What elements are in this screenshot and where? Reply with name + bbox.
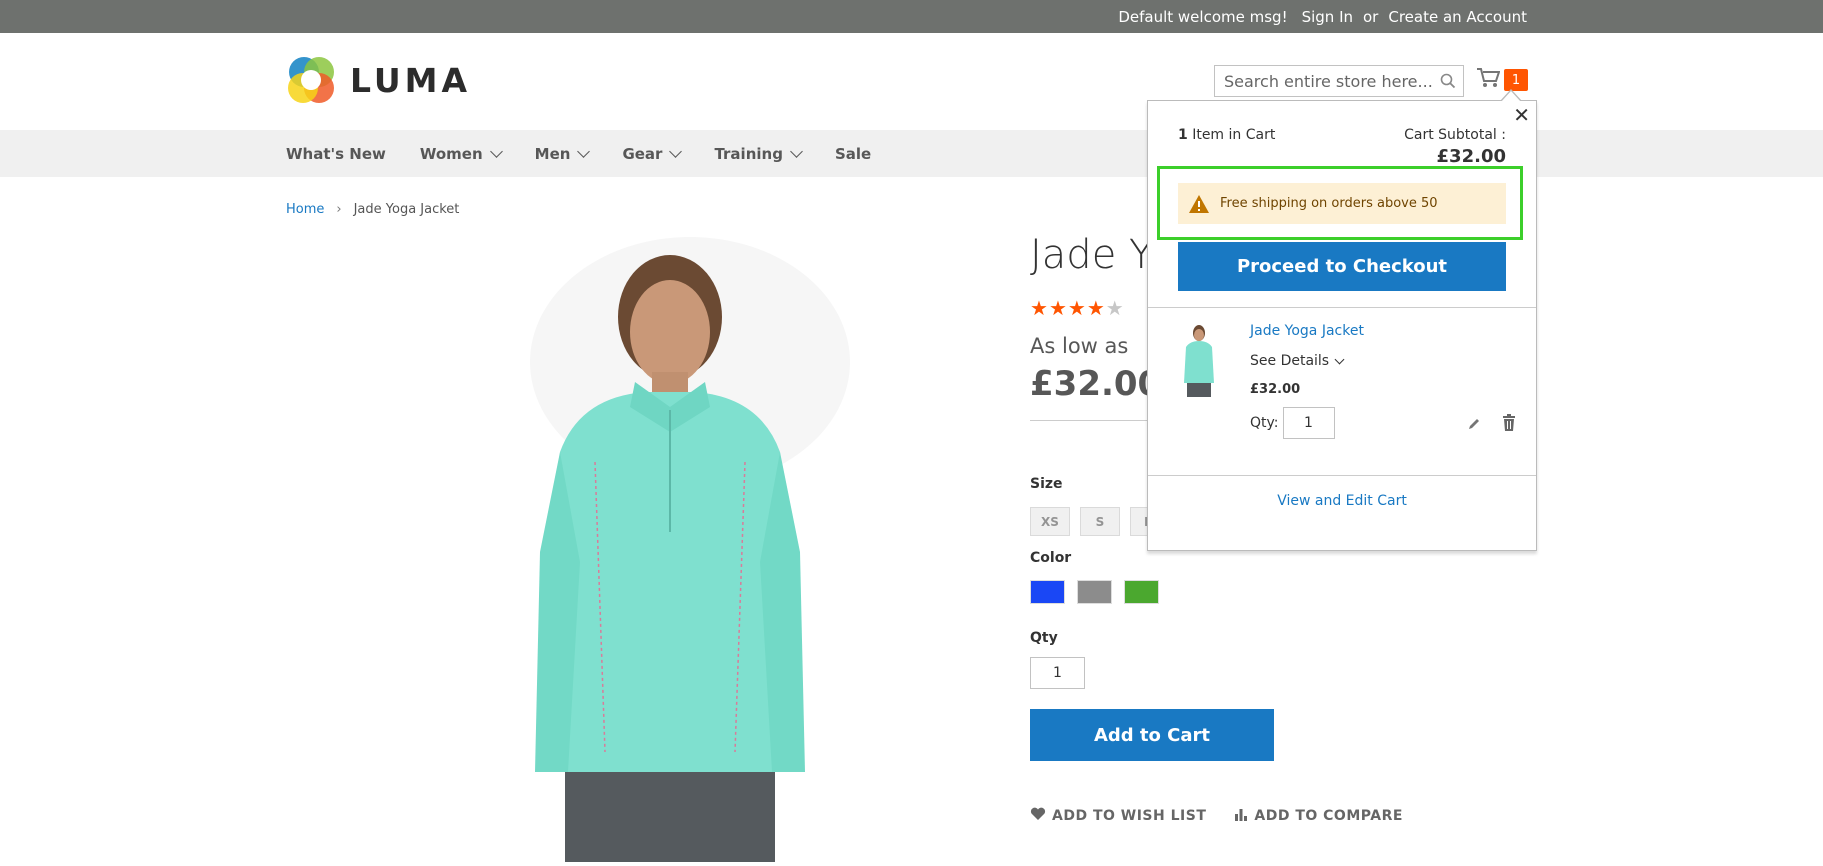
nav-item-label: What's New xyxy=(286,144,386,163)
cart-item-qty-label: Qty: xyxy=(1250,415,1279,431)
items-count: 1 xyxy=(1178,127,1188,143)
top-bar: Default welcome msg! Sign In or Create a… xyxy=(0,0,1823,33)
highlight-box xyxy=(1157,166,1523,240)
size-label: Size xyxy=(1030,476,1063,492)
proceed-to-checkout-button[interactable]: Proceed to Checkout xyxy=(1178,242,1506,291)
create-account-link[interactable]: Create an Account xyxy=(1388,8,1527,26)
cart-item-name-link[interactable]: Jade Yoga Jacket xyxy=(1250,323,1364,339)
nav-item-label: Men xyxy=(534,144,571,163)
compare-icon xyxy=(1234,807,1248,825)
chevron-down-icon xyxy=(1334,354,1345,365)
nav-item-sale[interactable]: Sale xyxy=(835,145,871,163)
breadcrumb-home-link[interactable]: Home xyxy=(286,202,324,217)
qty-label: Qty xyxy=(1030,630,1058,646)
star-empty-icon: ★ xyxy=(1105,296,1124,320)
nav-item-label: Sale xyxy=(834,144,872,163)
product-actions: ADD TO WISH LIST ADD TO COMPARE xyxy=(1030,807,1403,825)
main-navigation: What's New Women Men Gear Training Sale xyxy=(0,130,1823,177)
color-swatch-blue[interactable] xyxy=(1030,580,1065,604)
luma-logo-icon xyxy=(286,55,336,105)
heart-icon xyxy=(1030,807,1046,825)
product-image[interactable] xyxy=(390,232,950,862)
add-to-cart-button[interactable]: Add to Cart xyxy=(1030,709,1274,761)
divider xyxy=(1148,475,1536,476)
cart-subtotal: Cart Subtotal : £32.00 xyxy=(1404,127,1506,167)
divider xyxy=(1148,307,1536,308)
logo-wordmark: LUMA xyxy=(350,60,472,100)
nav-item-men[interactable]: Men xyxy=(534,144,591,163)
trash-icon[interactable] xyxy=(1502,414,1516,435)
dropdown-arrow-inner xyxy=(1501,91,1521,102)
cart-item-price: £32.00 xyxy=(1250,382,1301,397)
breadcrumb-current: Jade Yoga Jacket xyxy=(353,202,460,217)
nav-item-label: Women xyxy=(419,144,483,163)
color-label: Color xyxy=(1030,550,1072,566)
nav-item-label: Gear xyxy=(622,144,663,163)
nav-item-what-s-new[interactable]: What's New xyxy=(286,145,386,163)
cart-icon xyxy=(1476,67,1501,93)
cart-item-qty: Qty: 1 xyxy=(1250,407,1335,439)
or-text: or xyxy=(1363,7,1379,26)
header: LUMA Search entire store here... 1 xyxy=(0,33,1823,130)
sign-in-link[interactable]: Sign In xyxy=(1302,8,1353,26)
items-in-cart-label: Item in Cart xyxy=(1192,127,1276,143)
minicart-dropdown: ✕ 1 Item in Cart Cart Subtotal : £32.00 … xyxy=(1147,89,1537,551)
view-edit-cart-link[interactable]: View and Edit Cart xyxy=(1148,493,1536,509)
search-box[interactable]: Search entire store here... xyxy=(1214,65,1464,97)
star-icon: ★ xyxy=(1048,296,1067,320)
cart-counter-badge: 1 xyxy=(1504,69,1528,91)
cart-item-thumbnail[interactable] xyxy=(1178,323,1220,397)
see-details-label: See Details xyxy=(1250,353,1330,369)
see-details-toggle[interactable]: See Details xyxy=(1250,353,1345,369)
color-options xyxy=(1030,580,1159,604)
add-to-compare-link[interactable]: ADD TO COMPARE xyxy=(1234,807,1403,825)
nav-item-training[interactable]: Training xyxy=(714,144,803,163)
search-icon[interactable] xyxy=(1433,66,1463,96)
add-to-wishlist-link[interactable]: ADD TO WISH LIST xyxy=(1030,807,1206,825)
size-option-s[interactable]: S xyxy=(1080,507,1120,536)
wishlist-label: ADD TO WISH LIST xyxy=(1052,808,1207,824)
nav-item-women[interactable]: Women xyxy=(419,144,503,163)
items-in-cart: 1 Item in Cart xyxy=(1178,127,1275,143)
logo[interactable]: LUMA xyxy=(286,55,471,105)
color-swatch-green[interactable] xyxy=(1124,580,1159,604)
welcome-message: Default welcome msg! xyxy=(1118,7,1288,26)
chevron-down-icon xyxy=(577,145,591,158)
close-icon[interactable]: ✕ xyxy=(1513,105,1530,125)
as-low-as-label: As low as xyxy=(1030,334,1129,358)
star-icon: ★ xyxy=(1086,296,1105,320)
star-icon: ★ xyxy=(1067,296,1086,320)
breadcrumb-separator-icon: › xyxy=(336,202,342,217)
chevron-down-icon xyxy=(669,145,683,158)
subtotal-amount: £32.00 xyxy=(1436,146,1506,167)
qty-input[interactable]: 1 xyxy=(1030,657,1085,689)
edit-icon[interactable] xyxy=(1467,416,1481,435)
search-input[interactable]: Search entire store here... xyxy=(1215,72,1433,91)
chevron-down-icon xyxy=(790,145,803,158)
subtotal-label: Cart Subtotal : xyxy=(1404,127,1506,143)
compare-label: ADD TO COMPARE xyxy=(1254,808,1403,824)
nav-item-gear[interactable]: Gear xyxy=(622,144,683,163)
color-swatch-gray[interactable] xyxy=(1077,580,1112,604)
top-links: Default welcome msg! Sign In or Create a… xyxy=(1118,0,1527,33)
product-price: £32.00 xyxy=(1030,364,1162,404)
nav-items: What's New Women Men Gear Training Sale xyxy=(286,130,905,177)
rating-stars[interactable]: ★ ★ ★ ★ ★ xyxy=(1030,296,1124,320)
size-option-xs[interactable]: XS xyxy=(1030,507,1070,536)
breadcrumb: Home › Jade Yoga Jacket xyxy=(286,202,459,217)
star-icon: ★ xyxy=(1030,296,1048,320)
cart-item-qty-input[interactable]: 1 xyxy=(1282,407,1335,439)
chevron-down-icon xyxy=(489,145,503,158)
nav-item-label: Training xyxy=(714,144,783,163)
